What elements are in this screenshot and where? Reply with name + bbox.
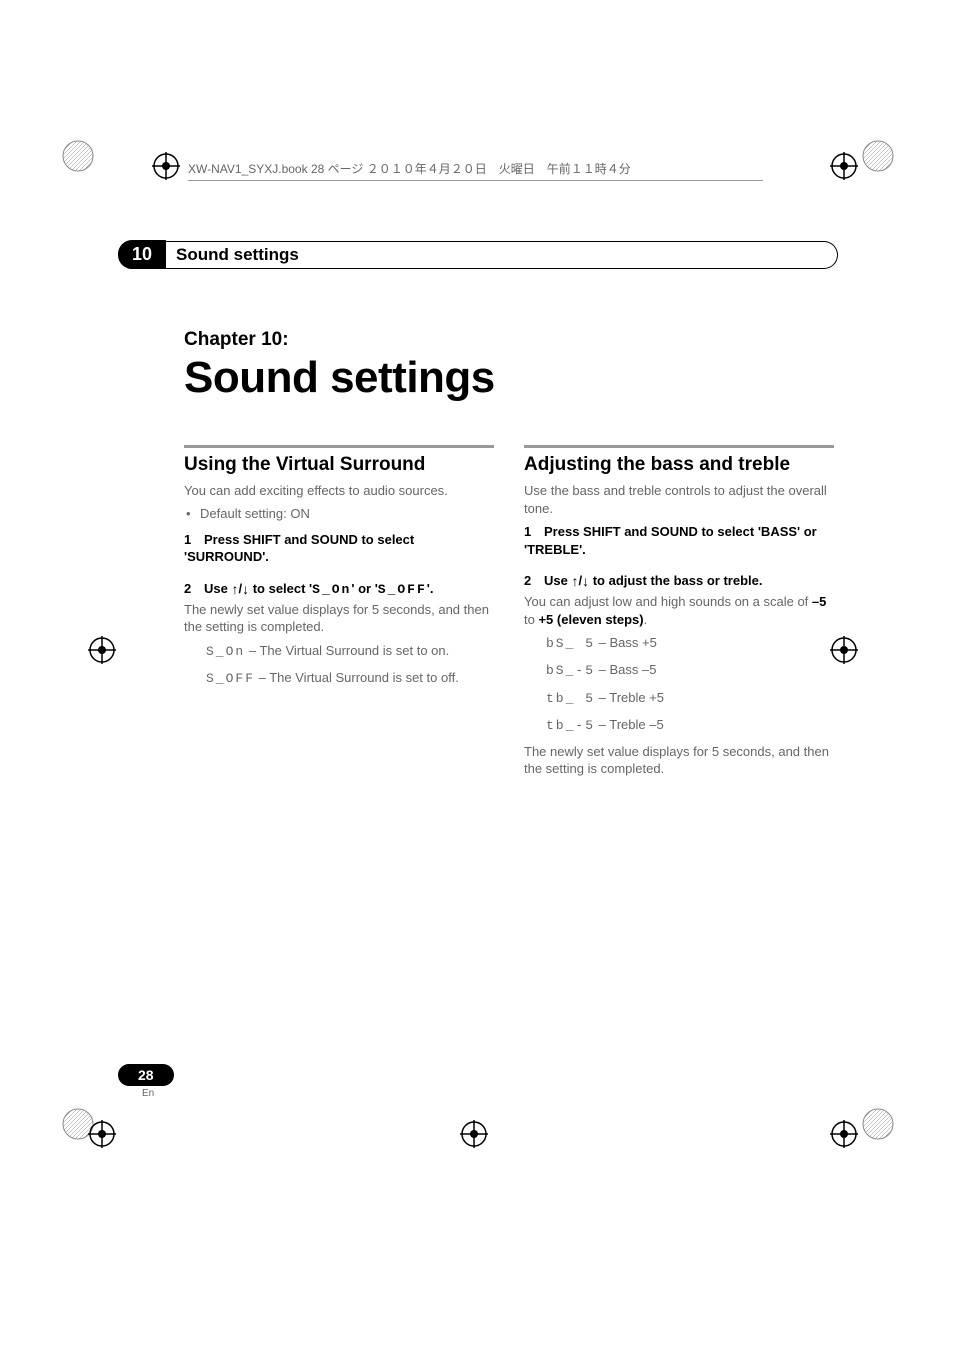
crop-mark-icon bbox=[460, 1120, 488, 1148]
range-period: . bbox=[644, 612, 648, 627]
step-2-end: '. bbox=[427, 581, 434, 596]
step-2-mid: to select ' bbox=[249, 581, 312, 596]
body-text: The newly set value displays for 5 secon… bbox=[524, 743, 834, 778]
section-title-virtual-surround: Using the Virtual Surround bbox=[184, 454, 494, 476]
bullet-default-setting: Default setting: ON bbox=[200, 506, 494, 521]
segment-display: S_On bbox=[206, 644, 245, 659]
chapter-label: Chapter 10: bbox=[184, 329, 838, 351]
segment-display: bS_ 5 bbox=[546, 636, 595, 651]
crop-mark-icon bbox=[88, 636, 116, 664]
section-rule bbox=[524, 445, 834, 448]
registration-corner-br bbox=[862, 1108, 894, 1140]
registration-corner-tl bbox=[62, 140, 94, 172]
step-2-or: ' or ' bbox=[351, 581, 377, 596]
up-arrow-icon: ↑ bbox=[231, 581, 238, 597]
body-text: You can adjust low and high sounds on a … bbox=[524, 593, 834, 628]
page-footer: 28 En bbox=[118, 1064, 174, 1099]
step-1: 1Press SHIFT and SOUND to select 'BASS' … bbox=[524, 523, 834, 558]
segment-display: S_On bbox=[312, 582, 351, 597]
step-2-suffix: to adjust the bass or treble. bbox=[589, 573, 762, 588]
step-2-prefix: Use bbox=[204, 581, 231, 596]
range-pre: You can adjust low and high sounds on a … bbox=[524, 594, 812, 609]
section-rule bbox=[184, 445, 494, 448]
chapter-header: 10 Sound settings bbox=[118, 240, 838, 269]
right-column: Adjusting the bass and treble Use the ba… bbox=[524, 445, 834, 784]
range-high: +5 (eleven steps) bbox=[538, 612, 643, 627]
option-bass-minus5: bS_-5 – Bass –5 bbox=[546, 661, 834, 680]
option-bass-plus5: bS_ 5 – Bass +5 bbox=[546, 634, 834, 653]
body-text: You can add exciting effects to audio so… bbox=[184, 482, 494, 500]
option-on: S_On – The Virtual Surround is set to on… bbox=[206, 642, 494, 661]
step-2: 2Use ↑/↓ to adjust the bass or treble. bbox=[524, 572, 834, 591]
body-text: Use the bass and treble controls to adju… bbox=[524, 482, 834, 517]
option-desc: – Bass –5 bbox=[595, 662, 656, 677]
crop-mark-icon bbox=[152, 152, 180, 180]
chapter-number-badge: 10 bbox=[118, 240, 166, 269]
option-desc: – Treble +5 bbox=[595, 690, 664, 705]
crop-mark-icon bbox=[830, 152, 858, 180]
option-desc: – The Virtual Surround is set to on. bbox=[245, 643, 449, 658]
range-to: to bbox=[524, 612, 538, 627]
step-2-prefix: Use bbox=[544, 573, 571, 588]
option-treble-minus5: tb_-5 – Treble –5 bbox=[546, 716, 834, 735]
segment-display: S_OFF bbox=[378, 582, 427, 597]
step-2: 2Use ↑/↓ to select 'S_On' or 'S_OFF'. bbox=[184, 580, 494, 599]
option-off: S_OFF – The Virtual Surround is set to o… bbox=[206, 669, 494, 688]
range-low: –5 bbox=[812, 594, 826, 609]
segment-display: bS_-5 bbox=[546, 663, 595, 678]
up-arrow-icon: ↑ bbox=[571, 573, 578, 589]
page-title: Sound settings bbox=[184, 353, 838, 403]
option-desc: – Bass +5 bbox=[595, 635, 657, 650]
crop-mark-icon bbox=[830, 1120, 858, 1148]
step-1-text: Press SHIFT and SOUND to select 'BASS' o… bbox=[524, 524, 817, 557]
crop-mark-icon bbox=[88, 1120, 116, 1148]
page-language: En bbox=[142, 1088, 174, 1099]
page-number-badge: 28 bbox=[118, 1064, 174, 1086]
option-treble-plus5: tb_ 5 – Treble +5 bbox=[546, 689, 834, 708]
segment-display: tb_ 5 bbox=[546, 691, 595, 706]
option-desc: – The Virtual Surround is set to off. bbox=[255, 670, 459, 685]
body-text: The newly set value displays for 5 secon… bbox=[184, 601, 494, 636]
section-title-bass-treble: Adjusting the bass and treble bbox=[524, 454, 834, 476]
segment-display: tb_-5 bbox=[546, 718, 595, 733]
left-column: Using the Virtual Surround You can add e… bbox=[184, 445, 494, 784]
option-desc: – Treble –5 bbox=[595, 717, 664, 732]
step-1-text: Press SHIFT and SOUND to select 'SURROUN… bbox=[184, 532, 414, 565]
segment-display: S_OFF bbox=[206, 671, 255, 686]
book-file-header: XW-NAV1_SYXJ.book 28 ページ ２０１０年４月２０日 火曜日 … bbox=[188, 160, 763, 181]
registration-corner-tr bbox=[862, 140, 894, 172]
step-1: 1Press SHIFT and SOUND to select 'SURROU… bbox=[184, 531, 494, 566]
chapter-bar-title: Sound settings bbox=[166, 241, 838, 269]
